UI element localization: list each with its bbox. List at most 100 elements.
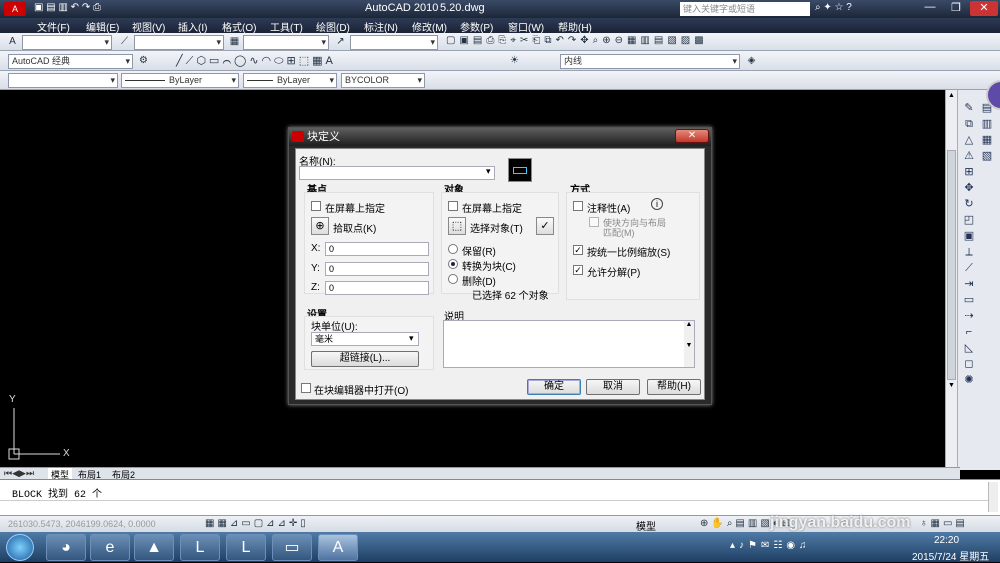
minimize-button[interactable]: — <box>918 1 942 16</box>
model-space-button[interactable]: 模型 <box>636 518 656 533</box>
z-input[interactable]: 0 <box>325 281 429 295</box>
objects-specify-checkbox[interactable] <box>448 201 458 211</box>
text-style-icon[interactable]: A <box>6 35 19 48</box>
text-style-select[interactable] <box>22 35 112 50</box>
dim-style-icon[interactable]: ⟋ <box>118 35 131 48</box>
plotstyle-select[interactable]: BYCOLOR <box>341 73 425 88</box>
chevron-down-icon[interactable]: ▾ <box>486 166 491 177</box>
draw-tools[interactable]: ╱⟋⬡▭⌒◯∿◠⬭⊞⬚▦A <box>176 54 496 68</box>
search-input[interactable]: 键入关键字或短语 <box>680 2 810 16</box>
modify-tools[interactable]: ✎ ⧉ △ ⚠ ⊞ ✥ ↻ ◰ ▣ ⟂ ⟋ ⇥ ▭ ⇢ ⌐ ◺ ◻ ✺ <box>962 100 976 386</box>
quick-access-toolbar[interactable]: ▣ ▤ ▥ ↶ ↷ ⎙ <box>34 2 154 16</box>
scroll-down-icon[interactable]: ▼ <box>947 382 956 390</box>
draworder-tools[interactable]: ▤ ▥ ▦ ▧ <box>980 100 994 162</box>
ok-button[interactable]: 确定 <box>527 379 581 395</box>
scale-uniformly-label: 按统一比例缩放(S) <box>587 248 671 259</box>
system-tray[interactable]: ▴♪⚑✉☷◉♫ <box>730 540 900 554</box>
workspace-select[interactable]: AutoCAD 经典 <box>8 54 133 69</box>
autocad-small-icon <box>292 131 304 142</box>
standard-tools[interactable]: ▢▣▤⎙⎘⌖✂⎗⧉↶↷✥⌕⊕⊖▦▥▤▧▨▩ <box>446 35 926 49</box>
layer-select[interactable]: 内线 <box>560 54 740 69</box>
annotative-checkbox[interactable] <box>573 201 583 211</box>
pick-point-icon[interactable]: ⊕ <box>311 217 329 235</box>
gear-icon[interactable]: ⚙ <box>137 54 150 67</box>
start-button[interactable] <box>6 534 34 561</box>
allow-exploding-checkbox[interactable]: ✓ <box>573 265 583 275</box>
y-input[interactable]: 0 <box>325 262 429 276</box>
help-toolbar[interactable]: ⌕ ✦ ☆ ? <box>815 2 895 16</box>
menu-dimension[interactable]: 标注(N) <box>364 19 398 34</box>
multileader-style-select[interactable] <box>350 35 438 50</box>
retain-radio[interactable] <box>448 244 458 254</box>
status-tray[interactable]: ♁▦▭▤ <box>920 518 998 530</box>
table-style-select[interactable] <box>243 35 329 50</box>
block-unit-select[interactable]: 毫米 <box>311 332 419 346</box>
description-textarea[interactable]: ▲ ▼ <box>443 320 695 368</box>
scroll-up-icon[interactable]: ▲ <box>947 92 956 100</box>
menu-insert[interactable]: 插入(I) <box>178 19 207 34</box>
open-in-editor-checkbox[interactable] <box>301 383 311 393</box>
clock-date: 2015/7/24 星期五 <box>912 552 990 563</box>
menu-view[interactable]: 视图(V) <box>132 19 165 34</box>
menu-tools[interactable]: 工具(T) <box>270 19 303 34</box>
description-scrollbar[interactable]: ▲ ▼ <box>684 321 694 367</box>
dialog-title: 块定义 <box>289 128 711 146</box>
tab-nav-icon[interactable]: ⏮◀▶⏭ <box>4 468 34 479</box>
taskbar-autocad-icon[interactable]: A <box>318 534 358 561</box>
linetype-select[interactable]: ByLayer <box>121 73 239 88</box>
table-style-icon[interactable]: ▦ <box>228 35 241 48</box>
menu-draw[interactable]: 绘图(D) <box>316 19 350 34</box>
selected-count: 已选择 62 个对象 <box>472 291 549 302</box>
hyperlink-button[interactable]: 超链接(L)... <box>311 351 419 367</box>
block-name-combo[interactable] <box>299 166 495 180</box>
delete-radio[interactable] <box>448 274 458 284</box>
standard-toolbar: A ⟋ ▦ ↗ ▢▣▤⎙⎘⌖✂⎗⧉↶↷✥⌕⊕⊖▦▥▤▧▨▩ <box>0 33 1000 51</box>
menu-edit[interactable]: 编辑(E) <box>86 19 119 34</box>
help-button[interactable]: 帮助(H) <box>647 379 701 395</box>
autocad-logo-icon[interactable]: A <box>4 2 26 16</box>
lineweight-select[interactable]: ByLayer <box>243 73 337 88</box>
menu-format[interactable]: 格式(O) <box>222 19 256 34</box>
pick-point-label[interactable]: 拾取点(K) <box>333 220 376 235</box>
color-select[interactable] <box>8 73 118 88</box>
menu-parametric[interactable]: 参数(P) <box>460 19 493 34</box>
bulb-icon[interactable]: ☀ <box>508 54 521 67</box>
dim-style-select[interactable] <box>134 35 224 50</box>
layer-prev-icon[interactable]: ◈ <box>745 54 758 67</box>
objects-specify-label: 在屏幕上指定 <box>462 204 522 215</box>
restore-button[interactable]: ❐ <box>944 1 968 16</box>
scroll-thumb[interactable] <box>947 150 956 380</box>
vertical-scrollbar[interactable]: ▲ ▼ <box>945 90 957 468</box>
properties-toolbar: ByLayer ByLayer BYCOLOR <box>0 71 1000 90</box>
taskbar-app-ie[interactable]: e <box>90 534 130 561</box>
cancel-button[interactable]: 取消 <box>586 379 640 395</box>
base-specify-checkbox[interactable] <box>311 201 321 211</box>
behavior-group: 注释性(A) i 使块方向与布局 匹配(M) ✓ 按统一比例缩放(S) ✓ 允许… <box>566 192 700 300</box>
select-objects-icon[interactable]: ⬚ <box>448 217 466 235</box>
close-button[interactable]: ✕ <box>970 1 998 16</box>
menu-modify[interactable]: 修改(M) <box>412 19 447 34</box>
scale-uniformly-checkbox[interactable]: ✓ <box>573 245 583 255</box>
taskbar-folder-icon[interactable]: ▭ <box>272 534 312 561</box>
taskbar-app-1[interactable]: ◕ <box>46 534 86 561</box>
drafting-toggles[interactable]: ▦▦⊿▭▢⊿⊿✛▯ <box>205 518 345 530</box>
quick-select-icon[interactable]: ✓ <box>536 217 554 235</box>
baidu-logo-icon <box>790 460 940 514</box>
taskbar-app-lol-2[interactable]: L <box>226 534 266 561</box>
dialog-close-button[interactable]: ✕ <box>675 129 709 143</box>
x-input[interactable]: 0 <box>325 242 429 256</box>
command-scrollbar[interactable] <box>988 482 998 512</box>
objects-group: 在屏幕上指定 ⬚ 选择对象(T) ✓ 保留(R) 转换为块(C) 删除(D) 已… <box>441 192 559 302</box>
convert-radio[interactable] <box>448 259 458 269</box>
command-history: BLOCK 找到 62 个 <box>12 490 103 501</box>
taskbar-app-3[interactable]: ▲ <box>134 534 174 561</box>
menu-file[interactable]: 文件(F) <box>37 19 70 34</box>
menu-window[interactable]: 窗口(W) <box>508 19 544 34</box>
menu-help[interactable]: 帮助(H) <box>558 19 592 34</box>
info-icon[interactable]: i <box>651 198 663 210</box>
select-objects-label[interactable]: 选择对象(T) <box>470 220 523 235</box>
multileader-style-icon[interactable]: ↗ <box>334 35 347 48</box>
match-orientation-checkbox[interactable] <box>589 217 599 227</box>
unit-dropdown-icon[interactable]: ▾ <box>409 333 414 344</box>
taskbar-app-lol-1[interactable]: L <box>180 534 220 561</box>
